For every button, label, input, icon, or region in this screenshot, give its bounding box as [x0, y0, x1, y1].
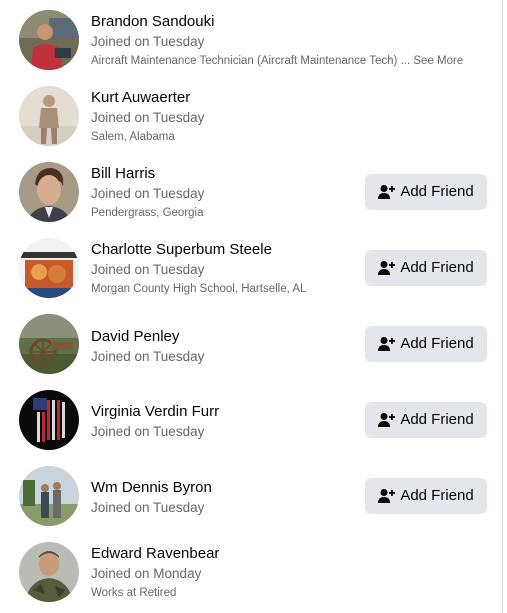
add-friend-icon	[378, 412, 396, 428]
avatar-photo	[19, 542, 79, 602]
add-friend-label: Add Friend	[400, 487, 474, 504]
see-more-link[interactable]: See More	[413, 55, 463, 67]
member-row: Bill Harris Joined on Tuesday Pendergras…	[0, 152, 502, 228]
add-friend-icon	[378, 336, 396, 352]
add-friend-button[interactable]: Add Friend	[365, 402, 487, 438]
joined-date: Joined on Tuesday	[91, 34, 205, 49]
member-row: Edward Ravenbear Joined on Monday Works …	[0, 532, 502, 608]
avatar[interactable]	[19, 466, 79, 526]
member-row: Wm Dennis Byron Joined on Tuesday Add Fr…	[0, 456, 502, 532]
add-friend-icon	[378, 488, 396, 504]
add-friend-label: Add Friend	[400, 183, 474, 200]
member-row: Charlotte Superbum Steele Joined on Tues…	[0, 228, 502, 304]
avatar[interactable]	[19, 86, 79, 146]
add-friend-button[interactable]: Add Friend	[365, 478, 487, 514]
add-friend-icon	[378, 184, 396, 200]
avatar[interactable]	[19, 10, 79, 70]
joined-date: Joined on Tuesday	[91, 110, 205, 125]
avatar-photo	[19, 10, 79, 70]
avatar-photo	[19, 466, 79, 526]
add-friend-icon	[378, 260, 396, 276]
member-name[interactable]: Edward Ravenbear	[91, 544, 482, 564]
member-name[interactable]: Brandon Sandouki	[91, 12, 482, 32]
joined-date: Joined on Monday	[91, 566, 202, 581]
avatar-photo	[19, 86, 79, 146]
member-detail: Salem, Alabama	[91, 131, 175, 143]
add-friend-label: Add Friend	[400, 259, 474, 276]
avatar[interactable]	[19, 238, 79, 298]
add-friend-button[interactable]: Add Friend	[365, 250, 487, 286]
member-detail: Works at Retired	[91, 587, 177, 599]
avatar[interactable]	[19, 162, 79, 222]
avatar[interactable]	[19, 390, 79, 450]
member-row: Kurt Auwaerter Joined on Tuesday Salem, …	[0, 76, 502, 152]
add-friend-label: Add Friend	[400, 335, 474, 352]
member-row: Brandon Sandouki Joined on Tuesday Aircr…	[0, 0, 502, 76]
avatar-photo	[19, 162, 79, 222]
member-detail: Aircraft Maintenance Technician (Aircraf…	[91, 52, 482, 70]
add-friend-button[interactable]: Add Friend	[365, 174, 487, 210]
add-friend-label: Add Friend	[400, 411, 474, 428]
avatar-photo	[19, 314, 79, 374]
member-row: Virginia Verdin Furr Joined on Tuesday A…	[0, 380, 502, 456]
avatar[interactable]	[19, 542, 79, 602]
member-row: David Penley Joined on Tuesday Add Frien…	[0, 304, 502, 380]
avatar-photo	[19, 390, 79, 450]
member-detail-text: Aircraft Maintenance Technician (Aircraf…	[91, 55, 411, 67]
new-members-list: Brandon Sandouki Joined on Tuesday Aircr…	[0, 0, 503, 613]
avatar[interactable]	[19, 314, 79, 374]
add-friend-button[interactable]: Add Friend	[365, 326, 487, 362]
member-name[interactable]: Kurt Auwaerter	[91, 88, 482, 108]
avatar-photo	[19, 238, 79, 298]
